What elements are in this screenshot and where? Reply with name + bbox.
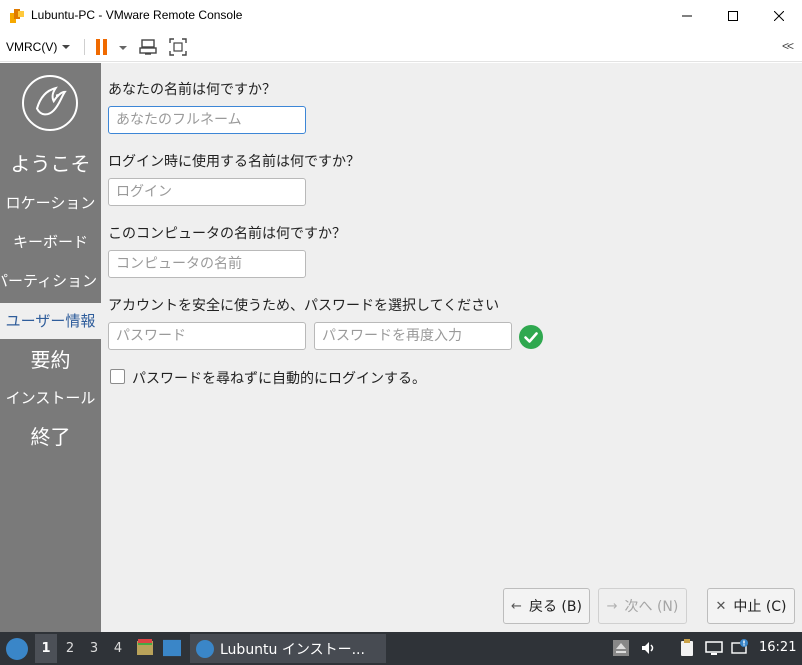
power-menu-chevron-icon[interactable] <box>119 46 127 50</box>
next-button-label: 次へ (N) <box>624 599 679 615</box>
step-welcome: ようこそ <box>10 152 91 176</box>
network-icon[interactable] <box>705 639 723 657</box>
step-summary: 要約 <box>30 348 71 372</box>
file-manager-icon[interactable] <box>136 638 154 656</box>
vmrc-menu-label: VMRC(V) <box>6 40 58 54</box>
computer-name-input[interactable] <box>108 250 306 278</box>
password-input[interactable] <box>108 322 306 350</box>
lubuntu-logo-icon <box>22 75 78 131</box>
step-keyboard: キーボード <box>12 233 88 251</box>
minimize-icon <box>682 15 692 17</box>
minimize-button[interactable] <box>664 0 710 32</box>
step-user-info: ユーザー情報 <box>0 303 101 339</box>
installer-task-label: Lubuntu インストー... <box>220 641 365 658</box>
step-install: インストール <box>5 389 96 407</box>
check-ok-icon <box>519 325 543 349</box>
step-partition: パーティション <box>0 272 98 290</box>
next-button[interactable]: → 次へ (N) <box>598 588 687 624</box>
workspace-1[interactable]: 1 <box>35 634 57 663</box>
close-x-icon: ✕ <box>715 598 727 614</box>
login-question: ログイン時に使用する名前は何ですか？ <box>108 154 360 170</box>
full-name-input[interactable] <box>108 106 306 134</box>
clock[interactable]: 16:21 <box>759 640 796 655</box>
step-location: ロケーション <box>5 194 96 212</box>
window-title: Lubuntu-PC - VMware Remote Console <box>31 8 243 22</box>
cancel-button[interactable]: ✕ 中止 (C) <box>707 588 795 624</box>
workspace-2[interactable]: 2 <box>59 634 81 663</box>
arrow-left-icon: ← <box>511 598 522 614</box>
fullscreen-icon[interactable] <box>169 38 187 56</box>
computer-question: このコンピュータの名前は何ですか？ <box>108 226 346 242</box>
update-notifier-icon[interactable] <box>731 639 749 657</box>
vmrc-menu-button[interactable]: VMRC(V) <box>6 38 71 56</box>
workspace-3[interactable]: 3 <box>83 634 105 663</box>
vmware-app-icon <box>10 9 24 23</box>
workspace-4[interactable]: 4 <box>107 634 129 663</box>
password-question: アカウントを安全に使うため、パスワードを選択してください <box>108 298 500 314</box>
guest-screen: ようこそ ロケーション キーボード パーティション ユーザー情報 要約 インスト… <box>0 63 802 632</box>
vmrc-toolbar: VMRC(V) << <box>0 32 802 62</box>
close-button[interactable] <box>756 0 802 32</box>
window-titlebar: Lubuntu-PC - VMware Remote Console <box>0 0 802 32</box>
cancel-button-label: 中止 (C) <box>733 599 787 615</box>
maximize-icon <box>728 11 738 21</box>
eject-icon[interactable] <box>612 639 630 657</box>
back-button-label: 戻る (B) <box>528 599 582 615</box>
lubuntu-taskbar: 1 2 3 4 Lubuntu インストー... 16:21 <box>0 632 802 665</box>
volume-icon[interactable] <box>640 639 658 657</box>
installer-task-button[interactable]: Lubuntu インストー... <box>190 634 386 663</box>
collapse-toolbar-button[interactable]: << <box>782 39 794 53</box>
login-name-input[interactable] <box>108 178 306 206</box>
name-question: あなたの名前は何ですか？ <box>108 82 276 98</box>
back-button[interactable]: ← 戻る (B) <box>503 588 590 624</box>
maximize-button[interactable] <box>710 0 756 32</box>
autologin-checkbox[interactable] <box>110 369 125 384</box>
user-info-page: あなたの名前は何ですか？ ログイン時に使用する名前は何ですか？ このコンピュータ… <box>101 63 802 632</box>
pause-icon[interactable] <box>95 39 109 55</box>
desktop-icon[interactable] <box>163 639 181 657</box>
close-icon <box>774 11 784 21</box>
password-repeat-input[interactable] <box>314 322 512 350</box>
clipboard-icon[interactable] <box>678 639 696 657</box>
autologin-label[interactable]: パスワードを尋ねずに自動的にログインする。 <box>132 368 426 388</box>
start-menu-icon[interactable] <box>6 638 28 660</box>
step-finish: 終了 <box>30 425 71 449</box>
installer-sidebar: ようこそ ロケーション キーボード パーティション ユーザー情報 要約 インスト… <box>0 63 101 632</box>
chevron-down-icon <box>62 45 71 49</box>
send-ctrl-alt-del-icon[interactable] <box>139 38 157 56</box>
toolbar-divider <box>84 39 85 55</box>
arrow-right-icon: → <box>606 598 618 614</box>
lubuntu-installer-icon <box>196 639 214 658</box>
